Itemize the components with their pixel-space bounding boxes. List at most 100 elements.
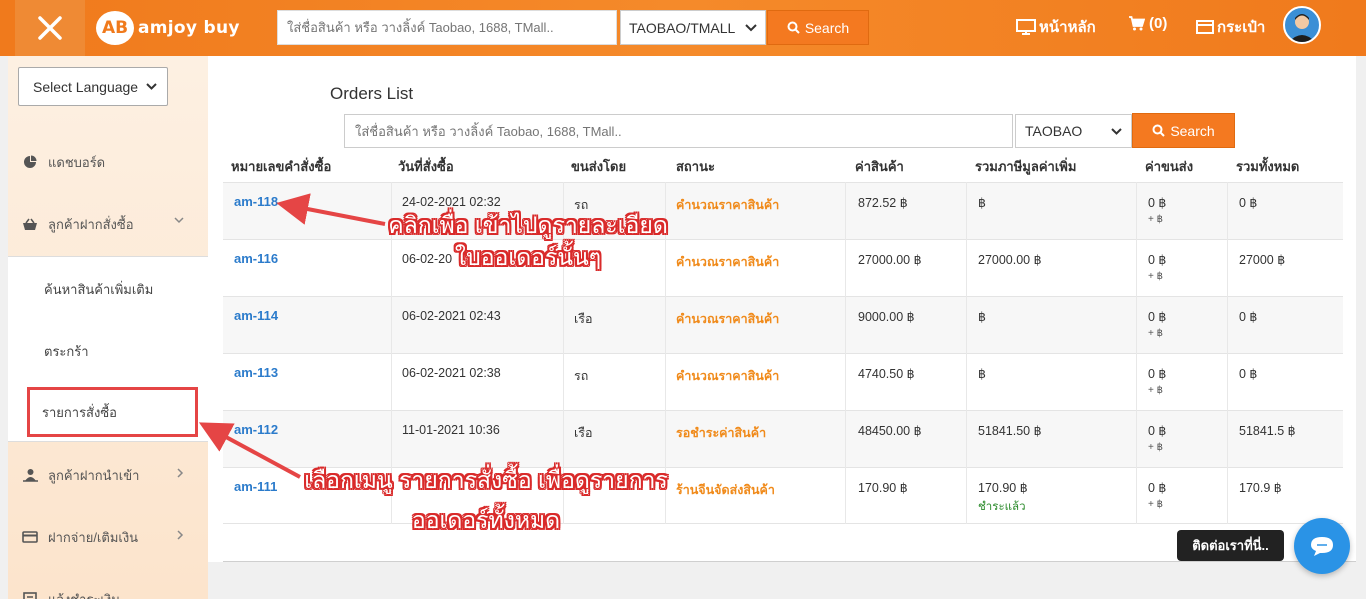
header-search-label: Search [804,19,850,36]
orders-platform-value: TAOBAO [1025,123,1083,139]
order-price: 4740.50 ฿ [858,367,915,381]
order-total: 0 ฿ [1239,196,1258,210]
order-ship-extra: + ฿ [1148,499,1163,510]
nav-wallet-link[interactable]: กระเป๋า [1196,15,1265,39]
sidebar-item-payment-notify[interactable]: แจ้งชำระเงิน [8,570,208,599]
contact-us-button[interactable]: ติดต่อเราที่นี่.. [1177,530,1284,561]
header-platform-select[interactable]: TAOBAO/TMALL [620,10,766,45]
orders-search-button[interactable]: Search [1132,113,1235,148]
sidebar-item-label: แดชบอร์ด [48,154,106,170]
nav-home-link[interactable]: หน้าหลัก [1016,15,1096,39]
header-search-input[interactable] [277,10,617,45]
orders-search-input[interactable] [344,114,1013,148]
basket-icon [22,216,38,232]
column-divider [845,182,846,524]
order-ship-extra: + ฿ [1148,442,1163,453]
chevron-right-icon [177,530,184,540]
receipt-icon [22,591,38,599]
order-id-link[interactable]: am-113 [234,365,278,380]
chevron-down-icon [146,83,157,90]
order-vat: ฿ [978,310,986,324]
order-id-link[interactable]: am-116 [234,251,278,266]
order-price: 9000.00 ฿ [858,310,915,324]
divider [223,561,1356,562]
column-header-ship-fee: ค่าขนส่ง [1145,159,1194,174]
order-ship-fee: 0 ฿ [1148,424,1167,438]
order-id-link[interactable]: am-112 [234,422,278,437]
annotation-bottom-line2: ออเดอร์ทั้งหมด [411,507,561,533]
orders-platform-select[interactable]: TAOBAO [1015,114,1132,148]
header-search-button[interactable]: Search [767,10,869,45]
order-ship-extra: + ฿ [1148,271,1163,282]
order-total: 170.9 ฿ [1239,481,1282,495]
order-price: 48450.00 ฿ [858,424,922,438]
user-avatar-icon [1289,14,1315,42]
nav-cart-link[interactable]: (0) [1128,15,1167,32]
order-total: 0 ฿ [1239,367,1258,381]
sidebar-item-payment-topup[interactable]: ฝากจ่าย/เติมเงิน [8,508,208,566]
column-divider [1136,182,1137,524]
order-ship-fee: 0 ฿ [1148,253,1167,267]
order-ship-fee: 0 ฿ [1148,196,1167,210]
language-select[interactable]: Select Language [18,67,168,106]
monitor-icon [1016,19,1036,35]
sidebar: Select Language แดชบอร์ด ลูกค้าฝากสั่งซื… [8,56,208,599]
order-date: 06-02-2021 02:43 [402,309,501,323]
cart-icon [1129,16,1145,31]
order-id-link[interactable]: am-114 [234,308,278,323]
order-price: 170.90 ฿ [858,481,908,495]
page-title: Orders List [330,84,414,103]
order-total: 27000 ฿ [1239,253,1286,267]
order-payment-note: ชำระแล้ว [978,501,1026,513]
order-status: รอชำระค่าสินค้า [676,426,767,440]
order-id-link[interactable]: am-118 [234,194,278,209]
logo-text: amjoy buy [138,18,240,38]
sidebar-subitem-search-products[interactable]: ค้นหาสินค้าเพิ่มเติม [8,264,208,314]
close-menu-button[interactable] [15,0,85,56]
chevron-down-icon [174,217,184,224]
orders-search-label: Search [1170,122,1215,139]
order-vat: 170.90 ฿ [978,481,1028,495]
sidebar-item-label: ฝากจ่าย/เติมเงิน [48,529,139,545]
column-header-order-id: หมายเลขคำสั่งซื้อ [231,159,332,174]
order-shipping: เรือ [574,312,593,326]
chevron-down-icon [1111,127,1122,135]
column-divider [1227,182,1228,524]
order-ship-fee: 0 ฿ [1148,481,1167,495]
column-header-total: รวมทั้งหมด [1236,159,1300,174]
order-status: คำนวณราคาสินค้า [676,369,780,383]
annotation-top-line1: คลิกเพื่อ เข้าไปดูรายละเอียด [388,212,668,238]
column-header-shipping: ขนส่งโดย [571,159,627,174]
sidebar-item-label: ลูกค้าฝากนำเข้า [48,467,140,483]
import-icon [22,467,38,483]
order-id-link[interactable]: am-111 [234,479,277,494]
sidebar-item-dashboard[interactable]: แดชบอร์ด [8,133,208,191]
order-status: ร้านจีนจัดส่งสินค้า [676,483,775,497]
sidebar-item-label: ลูกค้าฝากสั่งซื้อ [48,216,134,232]
annotation-top-line2: ใบออเดอร์นั้นๆ [454,244,602,270]
sidebar-item-import-group[interactable]: ลูกค้าฝากนำเข้า [8,446,208,504]
wallet-icon [1196,20,1214,34]
header-platform-value: TAOBAO/TMALL [629,19,736,36]
order-ship-extra: + ฿ [1148,214,1163,225]
chat-button[interactable] [1294,518,1350,574]
sidebar-subitem-label: ค้นหาสินค้าเพิ่มเติม [44,281,154,297]
column-header-status: สถานะ [676,159,715,174]
order-vat: ฿ [978,196,986,210]
sidebar-subitem-label: ตระกร้า [44,343,89,359]
site-logo[interactable]: AB amjoy buy [96,10,240,46]
order-ship-fee: 0 ฿ [1148,367,1167,381]
card-icon [22,529,38,545]
order-date: 24-02-2021 02:32 [402,195,501,209]
page-scrollbar[interactable] [1356,56,1366,599]
column-divider [966,182,967,524]
order-ship-extra: + ฿ [1148,328,1163,339]
search-icon [787,21,800,34]
user-avatar[interactable] [1283,6,1321,44]
dashboard-icon [22,154,38,170]
order-shipping: เรือ [574,426,593,440]
sidebar-subitem-cart[interactable]: ตระกร้า [8,326,208,376]
sidebar-item-orders-group[interactable]: ลูกค้าฝากสั่งซื้อ [8,195,208,253]
chat-icon [1311,537,1333,556]
order-total: 51841.5 ฿ [1239,424,1296,438]
